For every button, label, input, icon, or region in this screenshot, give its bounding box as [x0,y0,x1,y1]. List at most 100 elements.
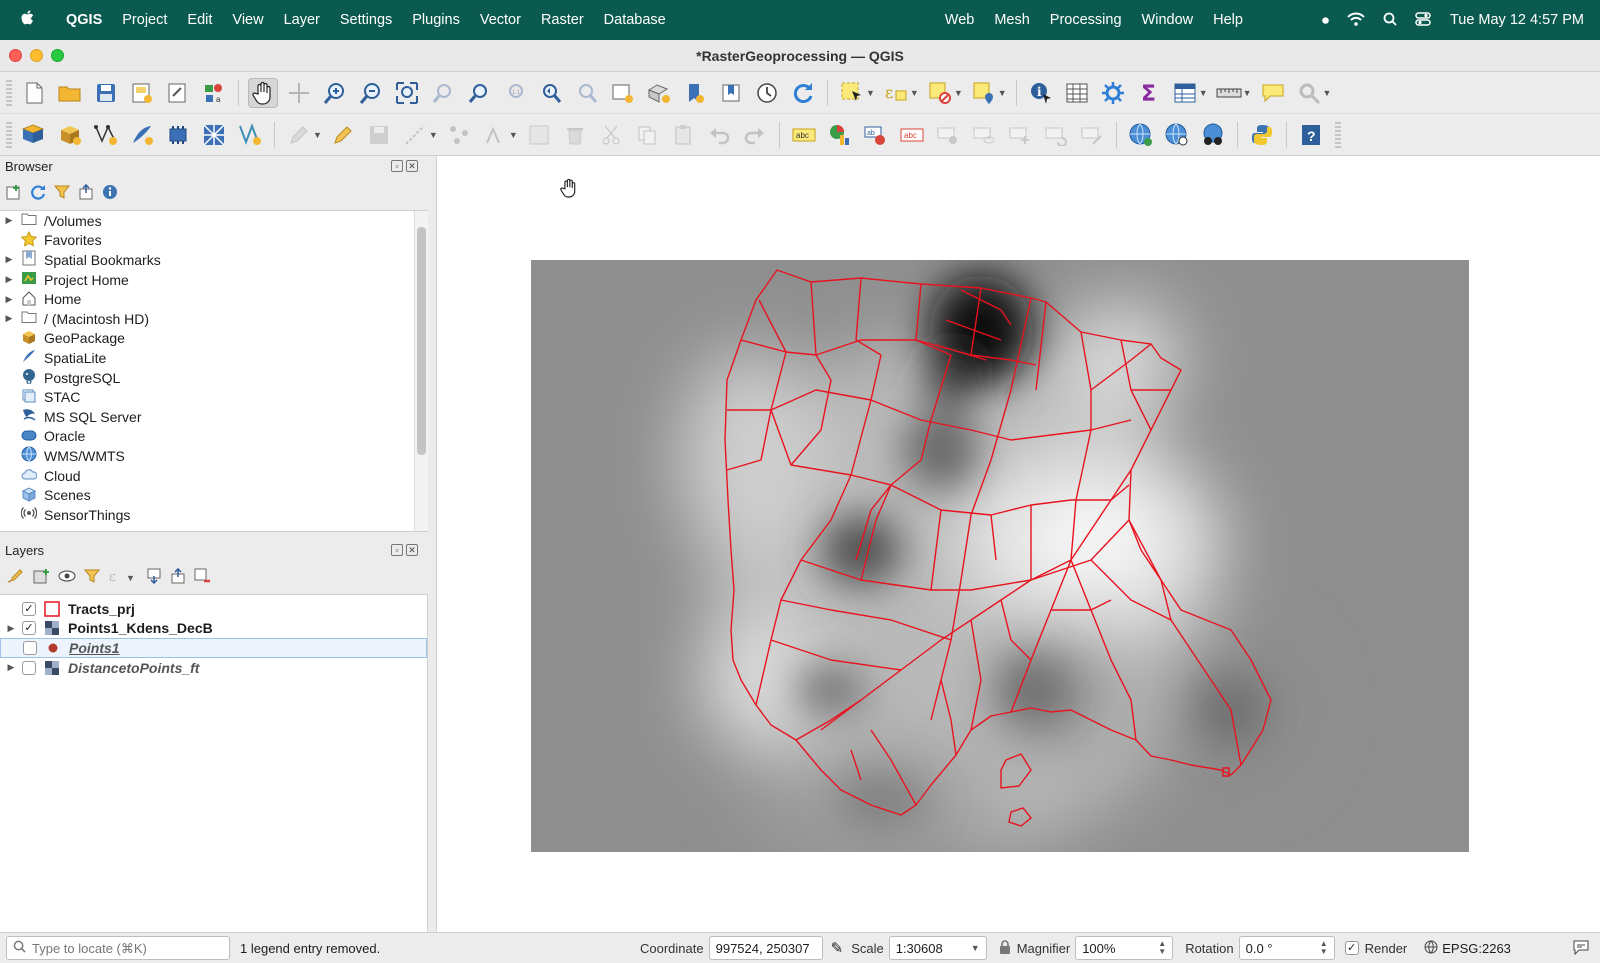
show-hide-labels-icon[interactable] [969,120,999,150]
layer-visibility-checkbox[interactable] [22,660,36,675]
layer-row-points1[interactable]: Points1 [0,638,427,658]
expand-arrow-icon[interactable]: ▶ [0,623,22,634]
close-panel-icon[interactable]: ✕ [406,544,418,556]
new-spatialite-layer-icon[interactable] [127,120,157,150]
menu-processing[interactable]: Processing [1040,12,1132,28]
lock-scale-icon[interactable] [999,939,1011,957]
add-wms-layer-icon[interactable] [1126,120,1156,150]
undo-icon[interactable] [704,120,734,150]
open-attribute-table-icon[interactable] [1062,78,1092,108]
identify-features-icon[interactable]: i [1026,78,1056,108]
zoom-to-selection-icon[interactable] [428,78,458,108]
deselect-features-icon[interactable] [925,78,955,108]
menu-vector[interactable]: Vector [470,12,531,28]
menu-settings[interactable]: Settings [330,12,402,28]
action-settings-icon[interactable] [1294,78,1324,108]
zoom-next-icon[interactable] [572,78,602,108]
browser-item-postgresql[interactable]: PostgreSQL [0,368,428,388]
wifi-icon[interactable] [1338,12,1374,29]
refresh-browser-icon[interactable] [30,184,46,204]
kernel-density-raster[interactable] [531,260,1469,852]
pan-map-icon[interactable] [248,77,278,108]
layer-row-tracts-prj[interactable]: ✓ Tracts_prj [0,599,427,619]
digitize-line-icon[interactable] [400,120,430,150]
toggle-display-unplaced-labels-icon[interactable]: abc [897,120,927,150]
menubar-clock[interactable]: Tue May 12 4:57 PM [1440,12,1600,28]
layer-visibility-checkbox[interactable]: ✓ [22,621,36,636]
new-map-view-icon[interactable] [608,78,638,108]
toolbar-handle[interactable] [1334,121,1341,148]
locator-bar[interactable] [6,936,230,960]
spinbox-arrows-icon[interactable]: ▲ ▼ [1158,940,1166,956]
control-center-icon[interactable] [1406,11,1440,29]
browser-item-volumes[interactable]: ▶ /Volumes [0,211,428,231]
filter-by-expression-icon[interactable]: ε [108,568,126,588]
zoom-out-icon[interactable] [356,78,386,108]
new-geopackage-layer-icon[interactable] [55,120,85,150]
browser-item-favorites[interactable]: Favorites [0,230,428,251]
browser-item-stac[interactable]: STAC [0,387,428,407]
expand-arrow-icon[interactable]: ▶ [0,215,18,226]
attribute-table-options-icon[interactable] [1170,78,1200,108]
edit-attribute-table-icon[interactable] [524,120,554,150]
help-icon[interactable]: ? [1296,120,1326,150]
collapse-all-icon[interactable] [78,183,94,204]
select-by-expression-icon[interactable]: ε [881,78,911,108]
pan-to-selection-icon[interactable] [284,78,314,108]
layer-labeling-options-icon[interactable]: abc [789,120,819,150]
browser-item-cloud[interactable]: Cloud [0,466,428,486]
toolbar-handle[interactable] [6,79,12,106]
vertex-tool-icon[interactable] [444,120,474,150]
add-group-icon[interactable] [32,568,50,588]
toolbar-handle[interactable] [6,121,12,148]
locator-input[interactable] [32,940,222,956]
browser-item-wms-wmts[interactable]: WMS/WMTS [0,446,428,466]
processing-toolbox-icon[interactable] [1098,78,1128,108]
open-project-icon[interactable] [55,78,85,108]
layer-visibility-checkbox[interactable]: ✓ [22,601,36,616]
data-source-manager-icon[interactable] [19,120,49,150]
layer-visibility-checkbox[interactable] [23,640,37,655]
redo-icon[interactable] [740,120,770,150]
highlight-pinned-labels-icon[interactable]: ab [861,120,891,150]
browser-item-geopackage[interactable]: GeoPackage [0,329,428,349]
layer-diagram-options-icon[interactable] [825,120,855,150]
layer-row-points1-kdens-decb[interactable]: ▶ ✓ Points1_Kdens_DecB [0,619,427,639]
move-label-icon[interactable] [1005,120,1035,150]
refresh-icon[interactable] [788,78,818,108]
new-temporary-scratch-layer-icon[interactable] [199,120,229,150]
new-spatial-bookmark-icon[interactable] [680,78,710,108]
zoom-last-icon[interactable] [536,78,566,108]
spotlight-search-icon[interactable] [1374,12,1406,29]
menu-window[interactable]: Window [1132,12,1204,28]
menu-layer[interactable]: Layer [274,12,330,28]
current-edits-icon[interactable] [284,120,314,150]
screen-record-icon[interactable]: ⏺ [1313,12,1338,29]
copy-features-icon[interactable] [632,120,662,150]
browser-scroll-thumb[interactable] [417,227,426,455]
toggle-extents-mouse-icon[interactable]: ✎ [831,939,844,957]
browser-item-ms-sql-server[interactable]: MS SQL Server [0,407,428,427]
rotation-spinbox[interactable]: 0.0 ° ▲ ▼ [1238,936,1335,960]
open-layer-styling-icon[interactable] [6,568,24,588]
enable-properties-widget-icon[interactable] [102,184,118,204]
rotate-label-icon[interactable] [1041,120,1071,150]
expand-arrow-icon[interactable]: ▶ [0,294,18,305]
manage-map-themes-icon[interactable] [58,568,76,588]
new-virtual-layer-icon[interactable] [163,120,193,150]
browser-item-spatial-bookmarks[interactable]: ▶ Spatial Bookmarks [0,250,428,270]
modify-attributes-icon[interactable] [480,120,510,150]
browser-item-home[interactable]: ▶ Home [0,289,428,309]
temporal-controller-icon[interactable] [752,78,782,108]
style-manager-icon[interactable]: a [199,78,229,108]
select-by-location-icon[interactable] [969,78,999,108]
close-panel-icon[interactable]: ✕ [406,160,418,172]
apple-icon[interactable] [0,9,56,32]
new-mesh-layer-icon[interactable] [235,120,265,150]
scale-combobox[interactable]: 1:30608 ▼ [888,936,987,960]
menu-database[interactable]: Database [594,12,676,28]
delete-selected-icon[interactable] [560,120,590,150]
zoom-in-icon[interactable] [320,78,350,108]
magnifier-spinbox[interactable]: 100% ▲ ▼ [1075,936,1174,960]
render-checkbox[interactable]: ✓ [1344,941,1359,955]
